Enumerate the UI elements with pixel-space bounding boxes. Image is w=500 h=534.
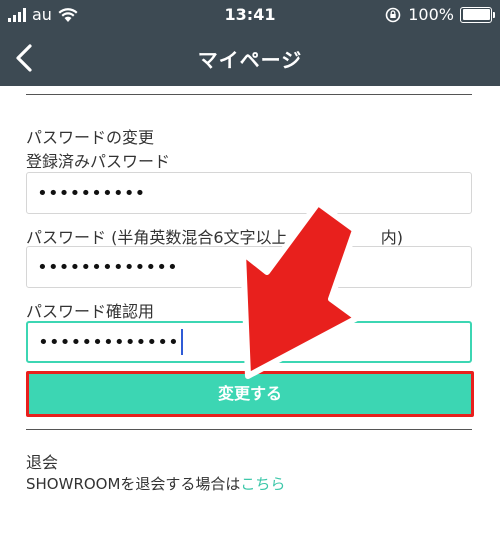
status-bar: au 13:41 100%: [0, 0, 500, 30]
change-password-button[interactable]: 変更する: [26, 371, 474, 417]
password-section-heading: パスワードの変更: [26, 128, 155, 147]
new-password-field[interactable]: •••••••••••••: [26, 246, 472, 288]
battery-icon: [460, 6, 495, 23]
withdraw-heading: 退会: [26, 453, 59, 472]
withdraw-description: SHOWROOMを退会する場合はこちら: [26, 475, 286, 493]
new-password-value: •••••••••••••: [37, 256, 178, 278]
status-right: 100%: [384, 5, 495, 24]
nav-bar: マイページ: [0, 30, 500, 86]
section-divider: [26, 429, 472, 430]
confirm-password-field[interactable]: •••••••••••••: [26, 321, 472, 363]
current-password-label: 登録済みパスワード: [26, 152, 171, 171]
battery-percent: 100%: [408, 5, 454, 24]
page-title: マイページ: [197, 48, 303, 72]
top-divider: [26, 94, 472, 95]
withdraw-link[interactable]: こちら: [240, 475, 285, 493]
current-password-value: ••••••••••: [37, 182, 146, 204]
current-password-field[interactable]: ••••••••••: [26, 172, 472, 214]
confirm-password-value: •••••••••••••: [38, 331, 179, 353]
confirm-password-label: パスワード確認用: [26, 302, 155, 321]
new-password-label: パスワード (半角英数混合6文字以上 3 内): [26, 228, 404, 247]
rotation-lock-icon: [385, 7, 401, 22]
text-caret: [180, 329, 183, 355]
